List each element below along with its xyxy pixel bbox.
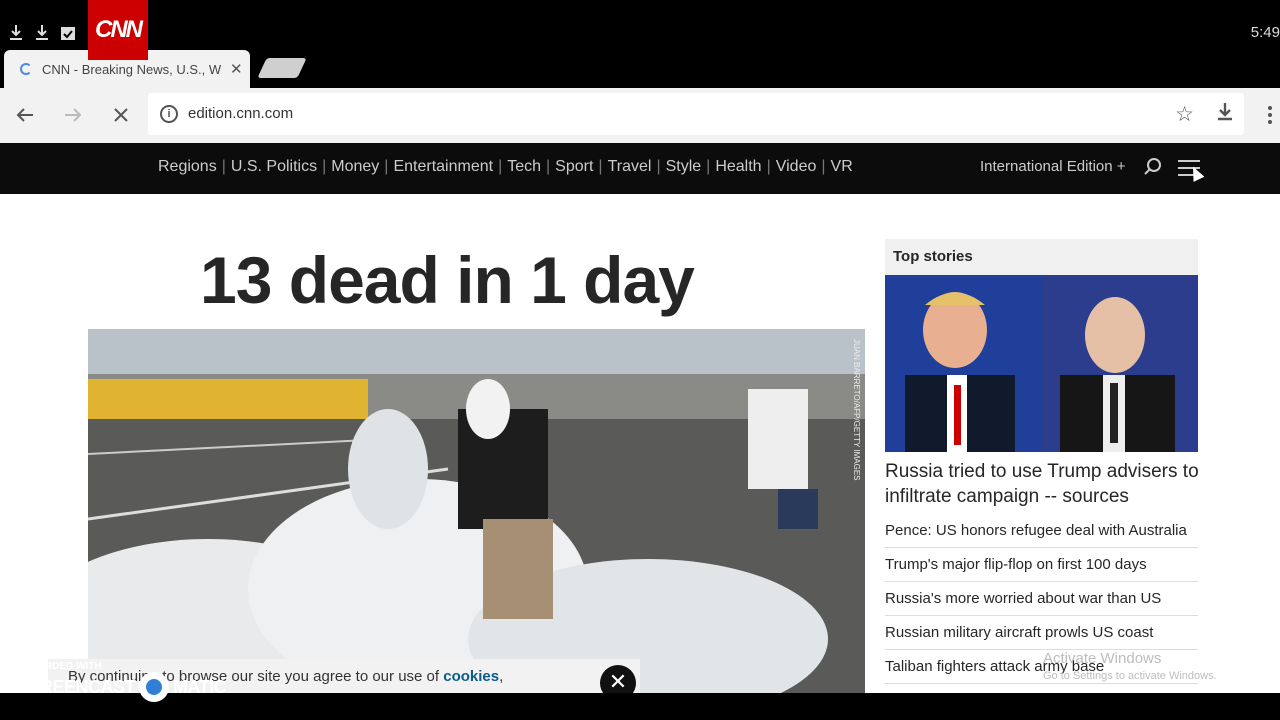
overflow-menu-icon[interactable] bbox=[1268, 106, 1272, 124]
top-story-headline[interactable]: Russia tried to use Trump advisers to in… bbox=[885, 459, 1205, 509]
photo-credit: JUAN BARRETO/AFP/GETTY IMAGES bbox=[852, 339, 861, 481]
story-link[interactable]: Russia's more worried about war than US bbox=[885, 582, 1198, 616]
nav-separator: | bbox=[221, 158, 226, 175]
search-icon[interactable] bbox=[1143, 157, 1163, 177]
nav-link-money[interactable]: Money bbox=[331, 158, 379, 176]
tab-close-icon[interactable]: ✕ bbox=[230, 60, 243, 78]
nav-link-health[interactable]: Health bbox=[715, 158, 761, 176]
edition-selector[interactable]: International Edition + bbox=[980, 158, 1126, 175]
nav-separator: | bbox=[546, 158, 551, 175]
address-bar[interactable]: i edition.cnn.com ☆ bbox=[148, 93, 1244, 135]
nav-separator: | bbox=[656, 158, 661, 175]
nav-separator: | bbox=[706, 158, 711, 175]
info-icon[interactable]: i bbox=[160, 105, 178, 123]
screencast-watermark: RECORDED WITH SCREENCAST MATIC bbox=[16, 661, 227, 702]
stop-loading-icon[interactable] bbox=[108, 102, 134, 128]
download-icon bbox=[8, 24, 24, 42]
url-text[interactable]: edition.cnn.com bbox=[188, 105, 293, 122]
screencast-logo-icon bbox=[139, 672, 170, 702]
nav-separator: | bbox=[821, 158, 826, 175]
cookies-link[interactable]: cookies bbox=[443, 668, 499, 685]
nav-separator: | bbox=[384, 158, 389, 175]
notification-icons bbox=[8, 24, 76, 42]
hero-photo[interactable]: JUAN BARRETO/AFP/GETTY IMAGES bbox=[88, 329, 865, 693]
nav-link-sport[interactable]: Sport bbox=[555, 158, 593, 176]
main-headline[interactable]: 13 dead in 1 day bbox=[200, 242, 695, 318]
top-story-photo[interactable] bbox=[885, 275, 1198, 452]
story-link[interactable]: Pence: US honors refugee deal with Austr… bbox=[885, 514, 1198, 548]
nav-link-style[interactable]: Style bbox=[666, 158, 702, 176]
cnn-logo[interactable]: CNN bbox=[88, 0, 148, 60]
top-stories-header: Top stories bbox=[885, 239, 1198, 275]
nav-link-vr[interactable]: VR bbox=[831, 158, 853, 176]
nav-link-u-s-politics[interactable]: U.S. Politics bbox=[231, 158, 317, 176]
top-stories-label: Top stories bbox=[893, 248, 973, 265]
back-arrow-icon[interactable] bbox=[12, 102, 38, 128]
loading-spinner-icon bbox=[20, 63, 32, 75]
nav-separator: | bbox=[598, 158, 603, 175]
windows-activation-watermark: Activate Windows Go to Settings to activ… bbox=[1043, 650, 1217, 682]
tab-strip: CNN - Breaking News, U.S., W ✕ bbox=[0, 50, 1280, 88]
nav-link-travel[interactable]: Travel bbox=[608, 158, 652, 176]
nav-link-video[interactable]: Video bbox=[776, 158, 817, 176]
status-bar: 5:49 bbox=[0, 0, 1280, 50]
status-clock: 5:49 bbox=[1250, 24, 1280, 41]
nav-links: Regions | U.S. Politics | Money | Entertainmen… bbox=[158, 158, 853, 176]
nav-link-regions[interactable]: Regions bbox=[158, 158, 217, 176]
clipboard-check-icon bbox=[60, 24, 76, 42]
nav-link-entertainment[interactable]: Entertainment bbox=[393, 158, 493, 176]
download-page-icon[interactable] bbox=[1216, 102, 1234, 127]
new-tab-button[interactable] bbox=[257, 58, 307, 78]
forward-arrow-icon[interactable] bbox=[60, 102, 86, 128]
bookmark-star-icon[interactable]: ☆ bbox=[1175, 102, 1194, 127]
nav-separator: | bbox=[322, 158, 327, 175]
cnn-nav-bar: Regions | U.S. Politics | Money | Entertainmen… bbox=[0, 143, 1280, 194]
story-link[interactable]: Trump's major flip-flop on first 100 day… bbox=[885, 548, 1198, 582]
story-link[interactable]: Russian military aircraft prowls US coas… bbox=[885, 616, 1198, 650]
nav-separator: | bbox=[498, 158, 503, 175]
nav-link-tech[interactable]: Tech bbox=[507, 158, 541, 176]
nav-separator: | bbox=[766, 158, 771, 175]
tab-title: CNN - Breaking News, U.S., W bbox=[42, 61, 222, 77]
download-icon bbox=[34, 24, 50, 42]
